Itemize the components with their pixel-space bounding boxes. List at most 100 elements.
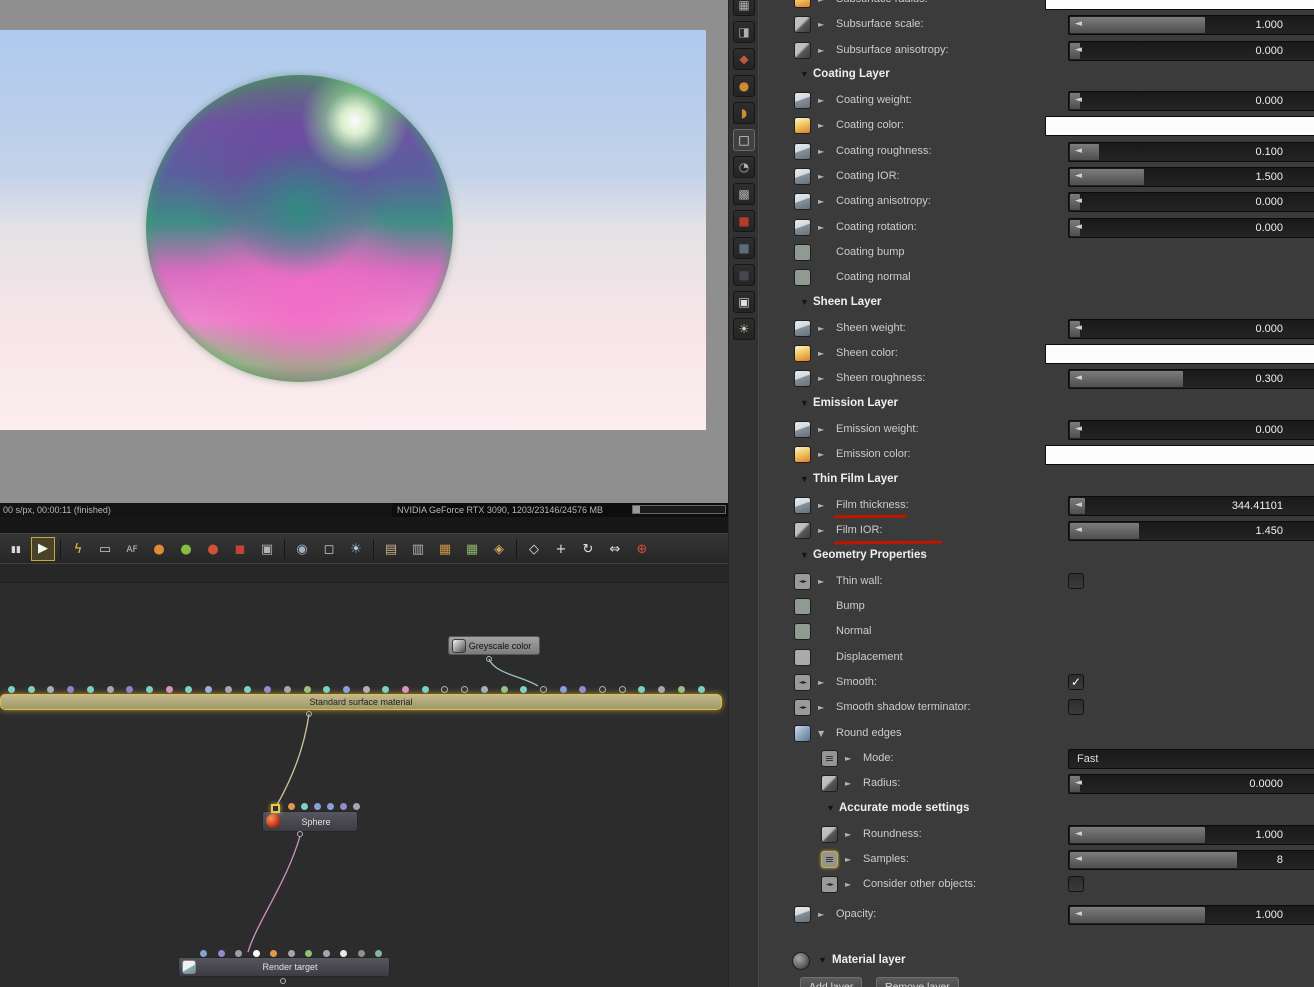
standard-node-port[interactable] (205, 686, 212, 693)
slider-decrement-icon[interactable]: ◄ (1075, 323, 1082, 333)
section-material-layer[interactable]: ▼ Material layer (760, 949, 1314, 974)
slider-decrement-icon[interactable]: ◄ (1075, 146, 1082, 156)
render-target-port[interactable] (287, 950, 295, 957)
standard-node-port[interactable] (323, 686, 331, 693)
subsurface-anisotropy-slider[interactable]: ◄ 0.000 (1068, 40, 1314, 61)
standard-node-port[interactable] (224, 686, 232, 693)
collapse-arrow-icon[interactable]: ▼ (800, 474, 809, 484)
image-node-type-icon[interactable] (794, 218, 811, 236)
expand-arrow-icon[interactable]: ► (845, 880, 851, 889)
collapse-arrow-icon[interactable]: ▼ (800, 297, 809, 307)
standard-node-port[interactable] (303, 686, 311, 693)
restart-render-button[interactable]: ϟ (66, 537, 90, 561)
image-node-type-icon[interactable] (794, 370, 811, 388)
sphere-node-port[interactable] (353, 803, 360, 810)
material-ball-orange-button[interactable]: ● (147, 537, 171, 561)
collapse-arrow-icon[interactable]: ▼ (800, 550, 809, 560)
expand-arrow-icon[interactable]: ► (818, 425, 824, 434)
sphere-node-port[interactable] (327, 803, 334, 810)
standard-node-port[interactable] (697, 686, 705, 693)
render-target-port[interactable] (252, 950, 260, 957)
slider-decrement-icon[interactable]: ◄ (1075, 171, 1082, 181)
menu-node-type-icon[interactable] (821, 749, 838, 767)
node-greyscale-color[interactable]: Greyscale color (448, 636, 540, 655)
expand-arrow-icon[interactable]: ► (818, 450, 824, 459)
standard-node-port[interactable] (264, 686, 272, 693)
plainlight-node-type-icon[interactable] (794, 648, 811, 666)
slider-decrement-icon[interactable]: ◄ (1075, 19, 1082, 29)
standard-output-port[interactable] (306, 711, 312, 717)
slider-decrement-icon[interactable]: ◄ (1075, 196, 1082, 206)
section-coating-layer[interactable]: ▼ Coating Layer (760, 63, 1314, 88)
object-layer-tab[interactable]: ■ (733, 264, 755, 286)
expand-arrow-icon[interactable]: ► (818, 223, 824, 232)
collapse-arrow-icon[interactable]: ▼ (800, 69, 809, 79)
image-node-type-icon[interactable] (794, 142, 811, 160)
sphere-output-port[interactable] (297, 831, 303, 837)
standard-node-port[interactable] (599, 686, 606, 693)
slider-decrement-icon[interactable]: ◄ (1075, 95, 1082, 105)
texture-image-tab[interactable]: ▣ (733, 291, 755, 313)
slider-decrement-icon[interactable]: ◄ (1075, 829, 1082, 839)
standard-node-port[interactable] (658, 686, 666, 693)
image-node-type-icon[interactable] (794, 193, 811, 211)
play-button[interactable]: ▶ (31, 536, 55, 561)
radius-slider[interactable]: ◄ 0.0000 (1068, 774, 1314, 795)
current-selection-tab[interactable]: □ (733, 129, 755, 151)
standard-node-port[interactable] (461, 686, 469, 693)
opacity-slider[interactable]: ◄ 1.000 (1068, 904, 1314, 925)
sphere-node-port[interactable] (301, 803, 308, 810)
expand-arrow-icon[interactable]: ► (818, 577, 824, 586)
standard-node-port[interactable] (402, 686, 409, 693)
toggle-node-type-icon[interactable] (821, 876, 838, 894)
section-sheen-layer[interactable]: ▼ Sheen Layer (760, 291, 1314, 316)
expand-arrow-icon[interactable]: ► (818, 703, 824, 712)
image-node-type-icon[interactable] (794, 496, 811, 514)
render-target-port[interactable] (357, 950, 365, 957)
samples-slider[interactable]: ◄ 8 (1068, 850, 1314, 871)
subsurface-radius-swatch[interactable] (1045, 0, 1314, 10)
standard-node-port[interactable] (579, 686, 587, 693)
standard-node-port[interactable] (520, 686, 528, 693)
slider-decrement-icon[interactable]: ◄ (1075, 424, 1082, 434)
standard-node-port[interactable] (283, 686, 291, 693)
coating-color-swatch[interactable] (1045, 116, 1314, 137)
expand-arrow-icon[interactable]: ► (818, 147, 824, 156)
render-target-port[interactable] (217, 950, 225, 957)
standard-node-port[interactable] (106, 686, 114, 693)
render-layer-button[interactable]: ▣ (255, 537, 279, 561)
image-node-type-icon[interactable] (794, 92, 811, 110)
expand-arrow-icon[interactable]: ► (818, 910, 824, 919)
float-node-type-icon[interactable] (821, 825, 838, 843)
node-render-target[interactable]: Render target (178, 957, 390, 977)
standard-node-port[interactable] (145, 686, 153, 693)
section-geometry-properties[interactable]: ▼ Geometry Properties (760, 544, 1314, 569)
add-layer-button[interactable]: Add layer (800, 977, 863, 987)
slider-decrement-icon[interactable]: ◄ (1075, 500, 1082, 510)
coating-weight-slider[interactable]: ◄ 0.000 (1068, 91, 1314, 112)
standard-node-port[interactable] (126, 686, 134, 693)
image-node-type-icon[interactable] (794, 905, 811, 923)
expand-arrow-icon[interactable]: ► (818, 324, 824, 333)
material-ball-red-button[interactable]: ● (201, 537, 225, 561)
smooth-checkbox[interactable]: ✓ (1068, 674, 1084, 691)
expand-arrow-icon[interactable]: ► (845, 754, 851, 763)
standard-node-port[interactable] (421, 686, 429, 693)
coating-rotation-slider[interactable]: ◄ 0.000 (1068, 217, 1314, 238)
section-accurate-mode-settings[interactable]: ▼ Accurate mode settings (760, 797, 1314, 822)
render-target-port[interactable] (305, 950, 312, 957)
image-node-type-icon[interactable] (794, 168, 811, 186)
toggle-node-type-icon[interactable] (794, 572, 811, 590)
remove-layer-button[interactable]: Remove layer (876, 977, 959, 987)
plain-node-type-icon[interactable] (794, 243, 811, 261)
slider-decrement-icon[interactable]: ◄ (1075, 909, 1082, 919)
float-node-type-icon[interactable] (794, 41, 811, 59)
node-standard-surface-material[interactable]: Standard surface material (0, 694, 722, 710)
render-passes-tab[interactable]: ▩ (733, 183, 755, 205)
expand-arrow-icon[interactable]: ► (818, 526, 824, 535)
standard-node-port[interactable] (677, 686, 685, 693)
standard-node-port[interactable] (165, 686, 173, 693)
slider-decrement-icon[interactable]: ◄ (1075, 854, 1082, 864)
slider-decrement-icon[interactable]: ◄ (1075, 778, 1082, 788)
color-node-type-icon[interactable] (794, 345, 811, 363)
